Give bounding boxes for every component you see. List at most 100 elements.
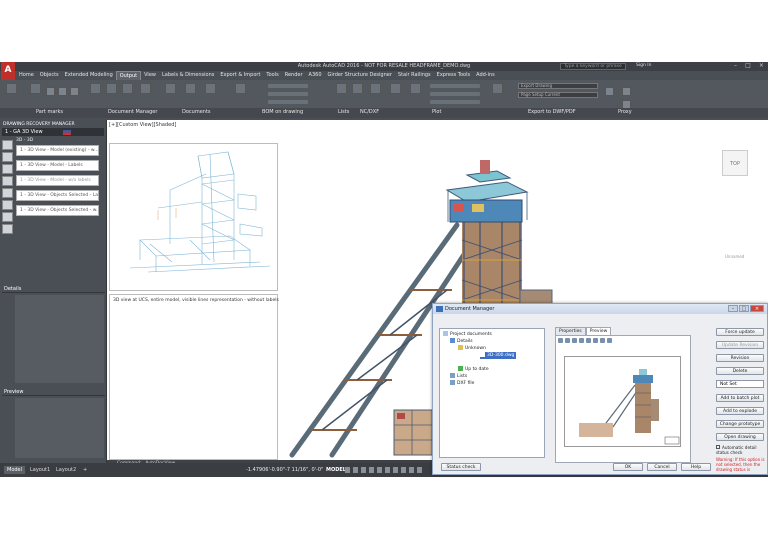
list-item[interactable]: 1 - 3D View - Objects Selected - Labels	[16, 190, 99, 201]
preview-section-label[interactable]: Preview	[2, 388, 105, 396]
tree-node-up-to-date[interactable]: Up to date	[458, 366, 489, 373]
auto-status-checkbox[interactable]: Automatic detail status check	[716, 445, 766, 455]
search-input[interactable]: Type a keyword or phrase	[560, 63, 626, 70]
close-icon[interactable]: ×	[759, 62, 764, 71]
zoom-extents-icon[interactable]	[593, 338, 598, 343]
workspace-icon[interactable]	[409, 467, 414, 473]
add-to-explode-button[interactable]: Add to explode	[716, 407, 764, 415]
ribbon-button[interactable]	[106, 83, 117, 94]
autocad-logo[interactable]: A	[1, 62, 15, 80]
fit-icon[interactable]	[607, 338, 612, 343]
panel-plot[interactable]: Plot	[432, 109, 441, 115]
ribbon-button[interactable]	[235, 83, 246, 94]
revision-button[interactable]: Revision	[716, 354, 764, 362]
tab-layout2[interactable]: Layout2	[53, 466, 79, 474]
drawing-preview[interactable]	[564, 356, 681, 447]
change-prototype-button[interactable]: Change prototype	[716, 420, 764, 428]
ribbon-button[interactable]	[605, 87, 614, 96]
ribbon-button[interactable]	[6, 83, 17, 94]
wcs-menu[interactable]: Unnamed	[725, 254, 744, 259]
open-drawing-button[interactable]: Open drawing	[716, 433, 764, 441]
delete-button[interactable]: Delete	[716, 367, 764, 375]
ribbon-button[interactable]	[370, 83, 381, 94]
view-3d-icon[interactable]	[2, 140, 13, 150]
osnap-icon[interactable]	[377, 467, 382, 473]
ribbon-button[interactable]	[185, 83, 196, 94]
export-dropdown[interactable]: Export Drawing	[518, 83, 598, 89]
sign-in-link[interactable]: Sign In	[636, 63, 651, 68]
tree-node-lists[interactable]: Lists	[450, 373, 467, 380]
tab-output[interactable]: Output	[115, 71, 142, 80]
grid-icon[interactable]	[345, 467, 350, 473]
pan-icon[interactable]	[565, 338, 570, 343]
tab-labels-dimensions[interactable]: Labels & Dimensions	[159, 71, 217, 80]
tab-express-tools[interactable]: Express Tools	[434, 71, 473, 80]
maximize-icon[interactable]: □	[745, 62, 751, 71]
zoom-window-icon[interactable]	[586, 338, 591, 343]
panel-proxy[interactable]: Proxy	[618, 109, 632, 115]
panel-nc-dxf[interactable]: NC/DXF	[360, 109, 379, 115]
update-revision-button[interactable]: Update Revision	[716, 341, 764, 349]
tab-home[interactable]: Home	[16, 71, 37, 80]
tab-add-ins[interactable]: Add-ins	[473, 71, 498, 80]
tab-model[interactable]: Model	[4, 466, 26, 474]
tab-tools[interactable]: Tools	[263, 71, 281, 80]
viewport-controls[interactable]: [+][Custom View][Shaded]	[109, 122, 176, 128]
close-icon[interactable]: ×	[750, 305, 764, 312]
ribbon-button[interactable]	[46, 87, 55, 96]
zoom-out-icon[interactable]	[579, 338, 584, 343]
ribbon-button[interactable]	[336, 83, 347, 94]
status-select[interactable]: Not Set	[716, 380, 764, 388]
tree-node-project-documents[interactable]: Project documents	[443, 331, 492, 338]
ribbon-button[interactable]	[492, 83, 503, 94]
add-to-batch-plot-button[interactable]: Add to batch plot	[716, 394, 764, 402]
ribbon-item[interactable]	[268, 100, 308, 104]
zoom-in-icon[interactable]	[572, 338, 577, 343]
detail-selector[interactable]: 1 - GA 3D View	[2, 128, 104, 136]
add-layout-button[interactable]: +	[80, 466, 90, 474]
tab-girder-structure[interactable]: Girder Structure Designer	[325, 71, 395, 80]
panel-lists[interactable]: Lists	[338, 109, 349, 115]
ok-button[interactable]: OK	[613, 463, 643, 471]
tree-node-unknown[interactable]: Unknown	[458, 345, 486, 352]
ribbon-item[interactable]	[430, 100, 480, 104]
ribbon-button[interactable]	[58, 87, 67, 96]
ribbon-button[interactable]	[410, 83, 421, 94]
detail-thumbnail[interactable]	[109, 143, 278, 291]
panel-documents[interactable]: Documents	[182, 109, 211, 115]
page-setup-dropdown[interactable]: Page Setup Current	[518, 92, 598, 98]
ribbon-button[interactable]	[165, 83, 176, 94]
panel-document-manager[interactable]: Document Manager	[108, 109, 157, 115]
ribbon-button[interactable]	[70, 87, 79, 96]
checkbox-icon[interactable]	[716, 445, 720, 449]
ribbon-button[interactable]	[390, 83, 401, 94]
ribbon-button[interactable]	[205, 83, 216, 94]
tab-export-import[interactable]: Export & Import	[217, 71, 263, 80]
tab-view[interactable]: View	[141, 71, 159, 80]
force-update-button[interactable]: Force update	[716, 328, 764, 336]
list-item[interactable]: 1 - 3D View - Model (existing) - w...	[16, 145, 99, 156]
panel-part-marks[interactable]: Part marks	[36, 109, 63, 115]
pencil-icon[interactable]	[2, 224, 13, 234]
ribbon-button[interactable]	[90, 83, 101, 94]
view-top-icon[interactable]	[2, 176, 13, 186]
tab-extended-modeling[interactable]: Extended Modeling	[62, 71, 116, 80]
zoom-previous-icon[interactable]	[600, 338, 605, 343]
list-item[interactable]: 1 - 3D View - Model - w/o labels	[16, 175, 99, 186]
tree-node-details[interactable]: Details	[450, 338, 473, 345]
ribbon-item[interactable]	[430, 92, 480, 96]
list-item[interactable]: 1 - 3D View - Objects Selected - w...	[16, 205, 99, 216]
ribbon-button[interactable]	[352, 83, 363, 94]
ribbon-item[interactable]	[430, 84, 480, 88]
status-check-button[interactable]: Status check	[441, 463, 481, 471]
panel-bom-on-drawing[interactable]: BOM on drawing	[262, 109, 303, 115]
minimize-icon[interactable]: –	[734, 62, 737, 71]
annotation-icon[interactable]	[401, 467, 406, 473]
section-icon[interactable]	[2, 188, 13, 198]
tab-stair-railings[interactable]: Stair Railings	[395, 71, 434, 80]
ribbon-item[interactable]	[268, 84, 308, 88]
link-icon[interactable]	[2, 212, 13, 222]
lineweight-icon[interactable]	[393, 467, 398, 473]
ribbon-item[interactable]	[268, 92, 308, 96]
tree-node-selected-file[interactable]: 3D-300.dwg	[480, 352, 517, 359]
